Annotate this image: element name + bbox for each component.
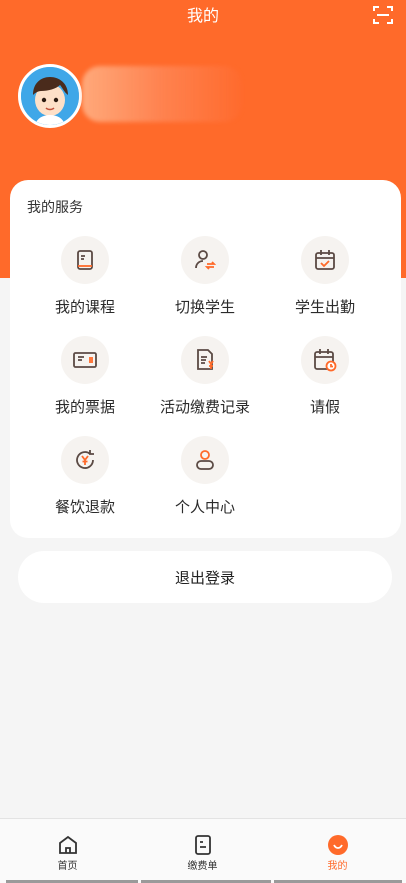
service-label: 活动缴费记录 bbox=[159, 398, 250, 416]
service-label: 我的课程 bbox=[54, 298, 115, 316]
bottom-tab-bar: 首页 缴费单 我的 bbox=[0, 818, 406, 883]
service-switch-student[interactable]: 切换学生 bbox=[140, 236, 270, 328]
service-attendance[interactable]: 学生出勤 bbox=[260, 236, 390, 328]
service-label: 餐饮退款 bbox=[54, 498, 115, 516]
service-label: 学生出勤 bbox=[294, 298, 355, 316]
services-title: 我的服务 bbox=[27, 200, 83, 216]
profile-icon bbox=[326, 833, 350, 857]
service-meal-refund[interactable]: 餐饮退款 bbox=[20, 436, 150, 528]
tab-profile[interactable]: 我的 bbox=[270, 819, 405, 883]
person-icon bbox=[181, 436, 229, 484]
services-card: 我的服务 我的课程 切换学生 学生出勤 我的票据 活动缴费记录 请假 餐饮退款 … bbox=[10, 180, 401, 538]
tab-home[interactable]: 首页 bbox=[0, 819, 135, 883]
attendance-calendar-icon bbox=[301, 236, 349, 284]
service-label: 我的票据 bbox=[54, 398, 115, 416]
refund-icon bbox=[61, 436, 109, 484]
switch-student-icon bbox=[181, 236, 229, 284]
tab-label: 首页 bbox=[57, 861, 78, 872]
service-label: 个人中心 bbox=[174, 498, 235, 516]
scan-icon[interactable] bbox=[372, 4, 394, 26]
page-title: 我的 bbox=[186, 6, 219, 25]
service-payment-records[interactable]: 活动缴费记录 bbox=[140, 336, 270, 428]
payment-record-icon bbox=[181, 336, 229, 384]
tab-label: 缴费单 bbox=[187, 861, 218, 872]
ticket-icon bbox=[61, 336, 109, 384]
service-my-courses[interactable]: 我的课程 bbox=[20, 236, 150, 328]
service-my-tickets[interactable]: 我的票据 bbox=[20, 336, 150, 428]
tab-bill[interactable]: 缴费单 bbox=[135, 819, 270, 883]
logout-button[interactable]: 退出登录 bbox=[18, 551, 392, 603]
username-blurred bbox=[82, 66, 242, 122]
service-personal-center[interactable]: 个人中心 bbox=[140, 436, 270, 528]
tab-label: 我的 bbox=[327, 861, 348, 872]
bill-icon bbox=[191, 833, 215, 857]
leave-calendar-icon bbox=[301, 336, 349, 384]
service-label: 切换学生 bbox=[174, 298, 235, 316]
service-label: 请假 bbox=[309, 398, 340, 416]
course-book-icon bbox=[61, 236, 109, 284]
home-icon bbox=[56, 833, 80, 857]
avatar[interactable] bbox=[18, 64, 82, 128]
service-leave[interactable]: 请假 bbox=[260, 336, 390, 428]
